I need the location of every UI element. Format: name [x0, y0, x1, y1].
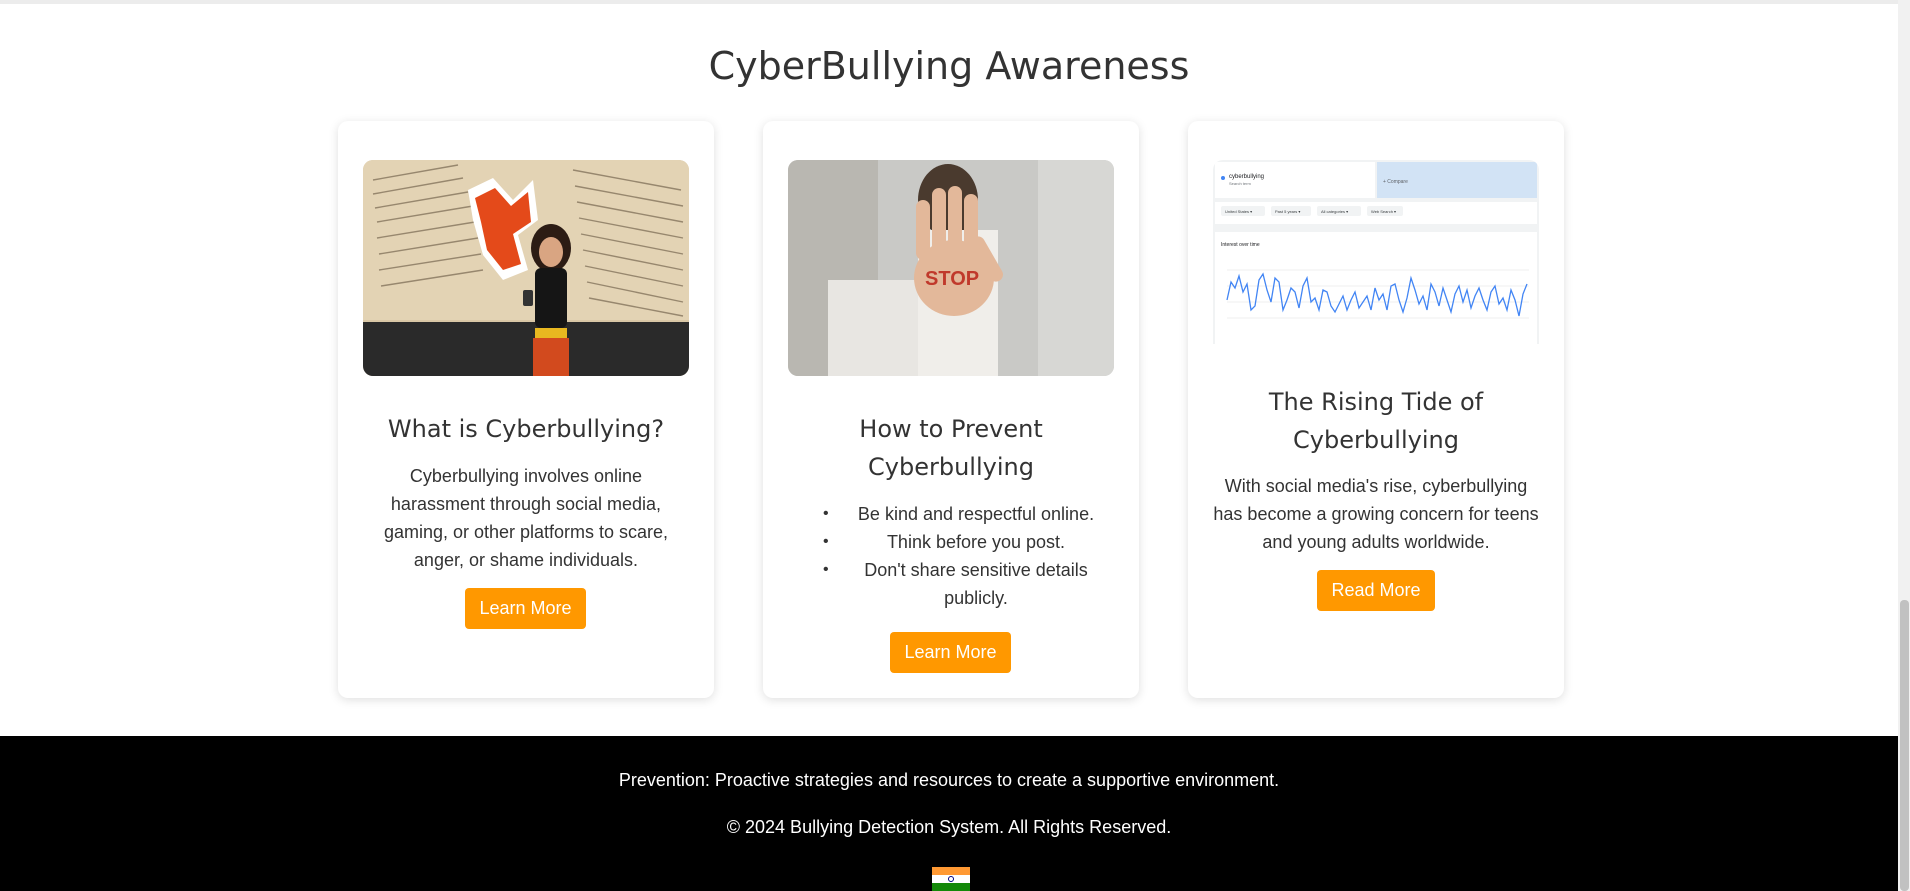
tips-list: Be kind and respectful online. Think bef…	[823, 500, 1104, 612]
list-item: Think before you post.	[823, 528, 1104, 556]
card-prevent-cyberbullying: STOP How to Prevent Cyberbullying Be kin…	[763, 121, 1139, 698]
svg-text:+ Compare: + Compare	[1383, 179, 1408, 185]
card-title: The Rising Tide of Cyberbullying	[1268, 388, 1484, 454]
card-image-stop-hand: STOP	[788, 160, 1114, 376]
stop-text: STOP	[925, 268, 979, 290]
learn-more-button[interactable]: Learn More	[890, 632, 1011, 673]
svg-text:Interest over time: Interest over time	[1221, 242, 1260, 248]
learn-more-button[interactable]: Learn More	[465, 588, 586, 629]
top-divider	[0, 0, 1898, 4]
read-more-button[interactable]: Read More	[1317, 570, 1435, 611]
footer-tagline: Prevention: Proactive strategies and res…	[618, 770, 1280, 790]
card-image-trends-chart: cyberbullying Search term + Compare Unit…	[1213, 160, 1539, 344]
svg-text:cyberbullying: cyberbullying	[1229, 174, 1264, 180]
card-what-is-cyberbullying: What is Cyberbullying? Cyberbullying inv…	[338, 121, 714, 698]
page-title: CyberBullying Awareness	[708, 44, 1190, 88]
scrollbar-thumb[interactable]	[1900, 600, 1909, 891]
card-title: What is Cyberbullying?	[387, 415, 665, 443]
scrollbar[interactable]	[1898, 0, 1910, 891]
svg-text:Search term: Search term	[1229, 181, 1251, 186]
svg-text:United States ▾: United States ▾	[1225, 209, 1252, 214]
list-item: Don't share sensitive details publicly.	[823, 556, 1104, 612]
list-item: Be kind and respectful online.	[823, 500, 1104, 528]
card-image-collage	[363, 160, 689, 376]
footer: Prevention: Proactive strategies and res…	[0, 736, 1898, 891]
svg-text:All categories ▾: All categories ▾	[1321, 209, 1348, 214]
india-flag-icon	[932, 867, 970, 891]
card-text: With social media's rise, cyberbullying …	[1213, 476, 1539, 552]
footer-copyright: © 2024 Bullying Detection System. All Ri…	[726, 817, 1172, 837]
card-rising-tide: cyberbullying Search term + Compare Unit…	[1188, 121, 1564, 698]
card-text: Cyberbullying involves online harassment…	[383, 466, 669, 570]
card-title: How to Prevent Cyberbullying	[859, 415, 1043, 481]
svg-text:Past 5 years ▾: Past 5 years ▾	[1275, 209, 1300, 214]
svg-text:Web Search ▾: Web Search ▾	[1371, 209, 1396, 214]
